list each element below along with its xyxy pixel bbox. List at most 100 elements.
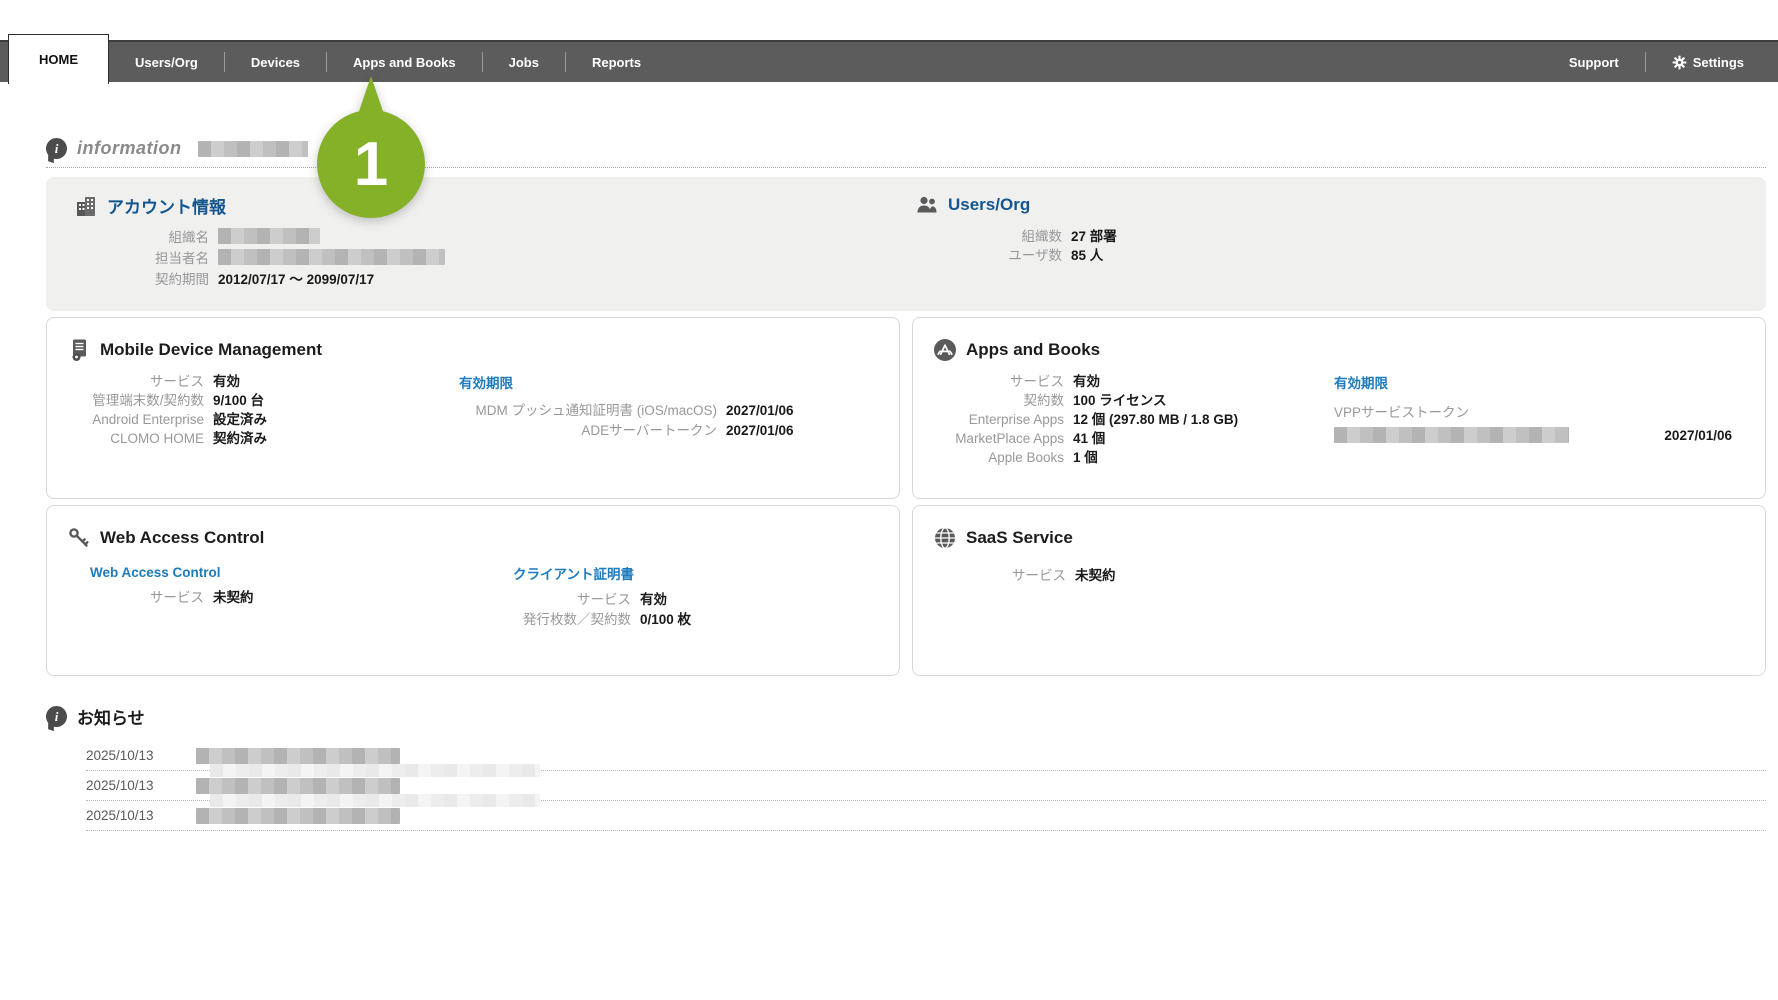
news-list: 2025/10/13 2025/10/13 2025/10/13 [86,741,1766,831]
nav-support-label: Support [1568,54,1619,70]
web-access-control-link[interactable]: Web Access Control [90,565,221,580]
account-row-contact-name: 担当者名 [74,249,445,270]
top-white-strip [0,0,1778,40]
nav-tab-users-org[interactable]: Users/Org [109,42,224,82]
gear-icon [1672,55,1687,69]
news-item-date: 2025/10/13 [86,808,154,823]
redacted-news-text [196,747,400,764]
nav-tab-jobs[interactable]: Jobs [483,42,565,82]
mdm-devices-label: 管理端末数/契約数 [92,393,204,408]
cert-issued-value: 0/100 枚 [640,612,692,627]
apps-service-value: 有効 [1073,374,1100,389]
wac-service-label: サービス [150,590,204,605]
apps-books-card: Apps and Books サービス 有効 契約数 100 ライセンス Ent… [912,317,1766,499]
nav-tab-reports[interactable]: Reports [566,42,667,82]
mdm-android-label: Android Enterprise [92,412,204,427]
user-count-value: 85 人 [1071,248,1104,263]
cert-service-value: 有効 [640,592,667,607]
saas-service-card: SaaS Service サービス 未契約 [912,505,1766,676]
mdm-push-cert-label: MDM プッシュ通知証明書 (iOS/macOS) [475,403,718,418]
vpp-token-label: VPPサービストークン [1334,405,1470,420]
mdm-row-ade-token: ADEサーバートークン 2027/01/06 [459,421,794,441]
mdm-expiry-link[interactable]: 有効期限 [459,376,513,391]
users-org-row-org-count: 組織数 27 部署 [915,227,1117,246]
users-icon [917,196,937,213]
client-certificate-link[interactable]: クライアント証明書 [513,567,634,582]
mdm-card-title: Mobile Device Management [100,340,323,359]
buildings-icon [77,196,95,216]
apps-row-apple-books: Apple Books 1 個 [933,448,1765,467]
news-info-icon: i [46,706,67,727]
saas-service-value: 未契約 [1075,568,1116,583]
information-header: i information [46,130,1766,168]
annotation-balloon-1: 1 [317,76,425,218]
apps-licenses-label: 契約数 [1023,393,1065,408]
mdm-clomo-home-value: 契約済み [213,431,267,446]
mdm-row-push-cert: MDM プッシュ通知証明書 (iOS/macOS) 2027/01/06 [459,401,794,421]
saas-service-title: SaaS Service [966,528,1073,547]
annotation-balloon-number: 1 [317,110,425,218]
main-navbar: HOME Users/Org Devices Apps and Books Jo… [0,34,1778,84]
apps-licenses-value: 100 ライセンス [1073,393,1167,408]
apps-apple-books-value: 1 個 [1073,450,1098,465]
redacted-news-text [196,807,400,824]
redacted-news-subtext [210,794,540,807]
apps-books-card-title: Apps and Books [966,340,1101,359]
redacted-information-text [197,140,308,157]
vpp-token-date: 2027/01/06 [1664,427,1732,443]
redacted-news-subtext [210,764,540,777]
news-section: i お知らせ 2025/10/13 2025/10/13 2025/10/13 [46,704,1766,831]
nav-tab-home-label: HOME [39,52,78,67]
cert-row-service: サービス 有効 [513,590,691,610]
navbar-right-group: Support Settings [1543,42,1778,82]
account-contract-period-label: 契約期間 [155,272,209,287]
nav-tab-devices[interactable]: Devices [225,42,326,82]
globe-icon [935,527,955,549]
mdm-push-cert-value: 2027/01/06 [726,403,794,418]
redacted-contact-name [218,249,445,265]
mdm-card: Mobile Device Management サービス 有効 管理端末数/契… [46,317,900,499]
apps-service-label: サービス [1010,374,1064,389]
nav-tab-reports-label: Reports [591,54,642,70]
nav-support[interactable]: Support [1543,42,1645,82]
apps-enterprise-value: 12 個 (297.80 MB / 1.8 GB) [1073,412,1239,427]
nav-tab-jobs-label: Jobs [508,54,539,70]
mdm-ade-token-value: 2027/01/06 [726,423,794,438]
news-item-date: 2025/10/13 [86,778,154,793]
apps-expiry-link[interactable]: 有効期限 [1334,376,1388,391]
org-count-label: 組織数 [1021,229,1063,244]
account-contact-name-label: 担当者名 [155,251,209,266]
web-access-control-title: Web Access Control [100,528,265,547]
mdm-device-icon [72,339,86,361]
information-title: information [77,138,182,158]
news-item-date: 2025/10/13 [86,748,154,763]
account-org-name-label: 組織名 [168,230,210,245]
redacted-vpp-token [1334,427,1569,443]
saas-row-service: サービス 未契約 [933,566,1765,586]
account-row-contract-period: 契約期間 2012/07/17 ～ 2099/07/17 [74,270,445,289]
cert-row-issued: 発行枚数／契約数 0/100 枚 [513,610,691,630]
users-org-title[interactable]: Users/Org [948,195,1030,215]
mdm-service-value: 有効 [213,374,240,389]
saas-service-label: サービス [1012,568,1066,583]
news-list-item[interactable]: 2025/10/13 [86,741,1766,777]
info-icon: i [46,138,67,159]
mdm-android-value: 設定済み [213,412,267,427]
account-info-title[interactable]: アカウント情報 [107,193,226,218]
wac-row-service: サービス 未契約 [67,588,899,608]
mdm-devices-value: 9/100 台 [213,393,265,408]
vpp-token-row: 2027/01/06 [1334,427,1742,443]
users-org-row-user-count: ユーザ数 85 人 [915,246,1117,265]
apps-marketplace-label: MarketPlace Apps [955,431,1064,446]
account-contract-period-value: 2012/07/17 ～ 2099/07/17 [218,272,375,287]
nav-tab-home[interactable]: HOME [8,34,109,84]
account-row-org-name: 組織名 [74,228,445,249]
nav-tab-apps-and-books-label: Apps and Books [353,54,456,70]
cert-service-label: サービス [577,592,631,607]
apps-apple-books-label: Apple Books [988,450,1064,465]
nav-tab-users-org-label: Users/Org [135,54,198,70]
web-access-control-card: Web Access Control Web Access Control サー… [46,505,900,676]
app-store-icon [934,339,956,361]
mdm-service-label: サービス [150,374,204,389]
nav-settings[interactable]: Settings [1646,42,1778,82]
